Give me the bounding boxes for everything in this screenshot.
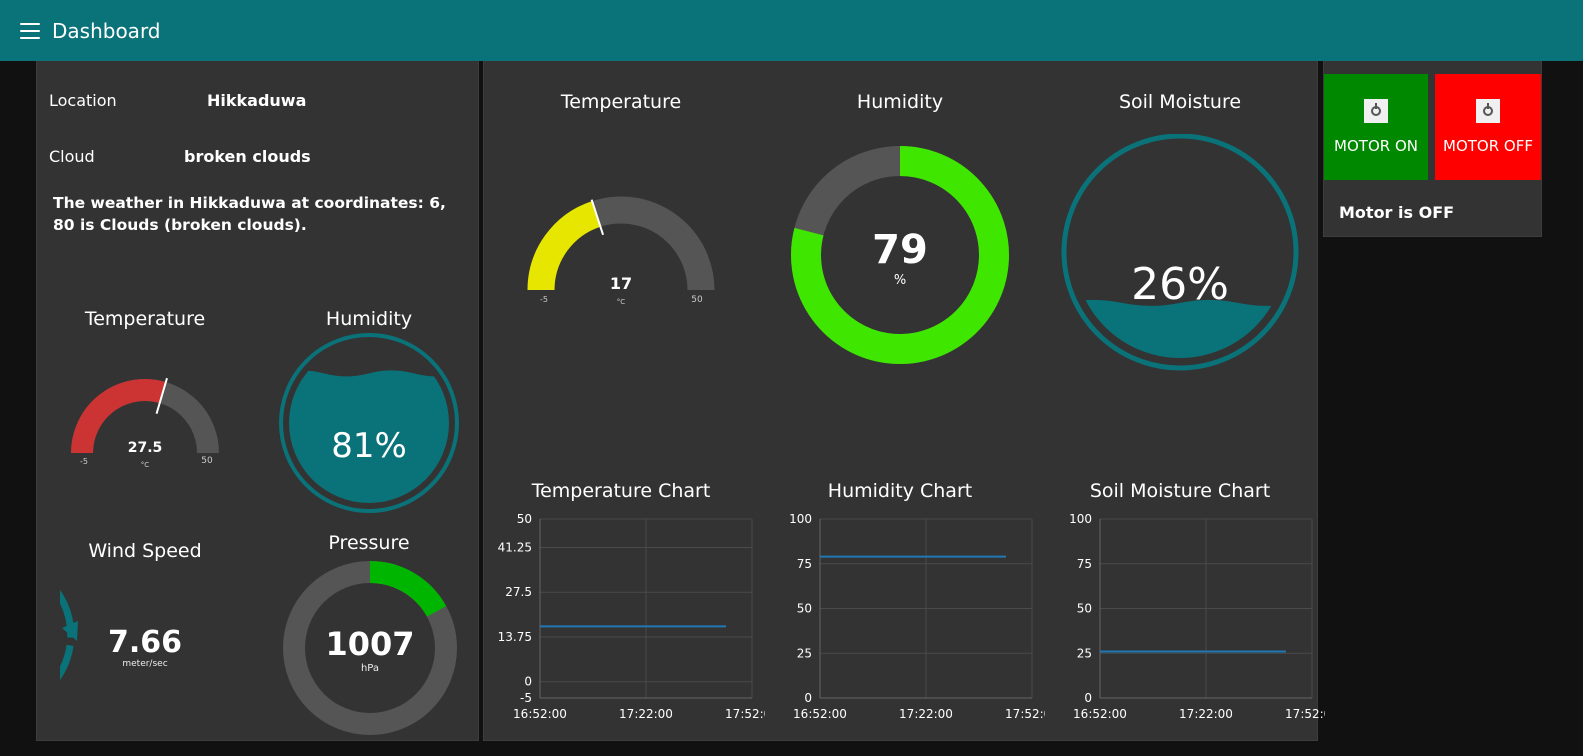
temperature-chart: 50 41.25 27.5 13.75 0 -5 16:52:00 17:22:00 17:52…	[498, 512, 765, 721]
y-tick-label: 100	[789, 512, 812, 526]
power-icon	[1364, 99, 1388, 123]
x-tick-label: 17:52:00	[1285, 707, 1325, 721]
y-tick-label: 50	[1077, 602, 1092, 616]
y-tick-label: 25	[797, 646, 812, 660]
x-tick-label: 17:22:00	[619, 707, 673, 721]
sensor-humidity-value: 79	[872, 227, 928, 273]
motor-status-text: Motor is OFF	[1339, 203, 1455, 222]
humidity-chart: 100 75 50 25 0 16:52:00 17:22:00 17:52:00	[789, 512, 1045, 721]
temperature-chart-title: Temperature Chart	[531, 480, 711, 502]
sensor-temperature-unit: °C	[617, 298, 626, 306]
sensor-temperature-min: -5	[540, 295, 548, 304]
sensor-temperature-title: Temperature	[560, 91, 682, 113]
weather-temperature-min: -5	[80, 457, 88, 466]
soil-moisture-chart: 100 75 50 25 0 16:52:00 17:22:00 17:52:00	[1069, 512, 1325, 721]
page-title: Dashboard	[52, 18, 161, 43]
pressure-donut: 1007 hPa	[283, 561, 457, 735]
wind-speed-unit: meter/sec	[122, 659, 167, 669]
motor-on-label: MOTOR ON	[1334, 137, 1418, 155]
y-tick-label: 75	[1077, 557, 1092, 571]
y-tick-label: 0	[524, 675, 532, 689]
power-icon	[1476, 99, 1500, 123]
sensor-temperature-gauge: 17 °C -5 50	[527, 196, 715, 306]
pressure-title: Pressure	[328, 532, 410, 554]
wind-speed-title: Wind Speed	[88, 540, 202, 562]
y-tick-label: 13.75	[498, 630, 532, 644]
x-tick-label: 17:22:00	[899, 707, 953, 721]
top-bar: Dashboard	[0, 0, 1583, 61]
y-tick-label: 50	[517, 512, 532, 526]
soil-moisture-tank: 26%	[1061, 134, 1299, 371]
weather-temperature-unit: °C	[141, 461, 150, 469]
wind-speed-value: 7.66	[108, 625, 182, 660]
humidity-chart-title: Humidity Chart	[827, 480, 973, 502]
weather-humidity-title: Humidity	[325, 308, 413, 330]
sensor-humidity-title: Humidity	[856, 91, 944, 113]
soil-moisture-value: 26%	[1131, 259, 1229, 310]
motor-on-button[interactable]: MOTOR ON	[1324, 74, 1428, 180]
weather-temperature-gauge: 27.5 °C -5 50	[71, 377, 219, 469]
sensor-humidity-unit: %	[894, 273, 906, 288]
weather-summary: The weather in Hikkaduwa at coordinates:…	[53, 194, 446, 234]
motor-off-button[interactable]: MOTOR OFF	[1435, 74, 1541, 180]
weather-humidity-tank: 81%	[279, 333, 459, 513]
wind-speed-gauge: 7.66 meter/sec	[60, 589, 182, 681]
hamburger-menu-icon[interactable]	[20, 22, 40, 39]
x-tick-label: 16:52:00	[1073, 707, 1127, 721]
soil-moisture-chart-title: Soil Moisture Chart	[1089, 480, 1271, 502]
y-tick-label: 0	[804, 691, 812, 705]
y-tick-label: 25	[1077, 646, 1092, 660]
cloud-label: Cloud	[49, 147, 95, 166]
sensor-humidity-donut: 79 %	[791, 146, 1009, 364]
weather-humidity-value: 81%	[331, 426, 407, 466]
y-tick-label: 41.25	[498, 540, 532, 554]
y-tick-label: 75	[797, 557, 812, 571]
x-tick-label: 16:52:00	[793, 707, 847, 721]
location-value: Hikkaduwa	[207, 91, 307, 110]
y-tick-label: 27.5	[505, 585, 532, 599]
pressure-unit: hPa	[361, 663, 379, 674]
y-tick-label: -5	[520, 691, 532, 705]
x-tick-label: 16:52:00	[513, 707, 567, 721]
weather-temperature-title: Temperature	[84, 308, 206, 330]
y-tick-label: 100	[1069, 512, 1092, 526]
cloud-value: broken clouds	[184, 147, 311, 166]
weather-temperature-max: 50	[201, 456, 213, 466]
pressure-value: 1007	[325, 625, 414, 663]
x-tick-label: 17:52:00	[1005, 707, 1045, 721]
sensor-temperature-value: 17	[610, 274, 632, 293]
sensor-temperature-max: 50	[691, 295, 703, 305]
x-tick-label: 17:22:00	[1179, 707, 1233, 721]
soil-moisture-title: Soil Moisture	[1118, 91, 1242, 113]
y-tick-label: 50	[797, 602, 812, 616]
x-tick-label: 17:52:00	[725, 707, 765, 721]
weather-temperature-value: 27.5	[128, 440, 163, 456]
y-tick-label: 0	[1084, 691, 1092, 705]
location-label: Location	[49, 91, 117, 110]
motor-off-label: MOTOR OFF	[1443, 137, 1533, 155]
